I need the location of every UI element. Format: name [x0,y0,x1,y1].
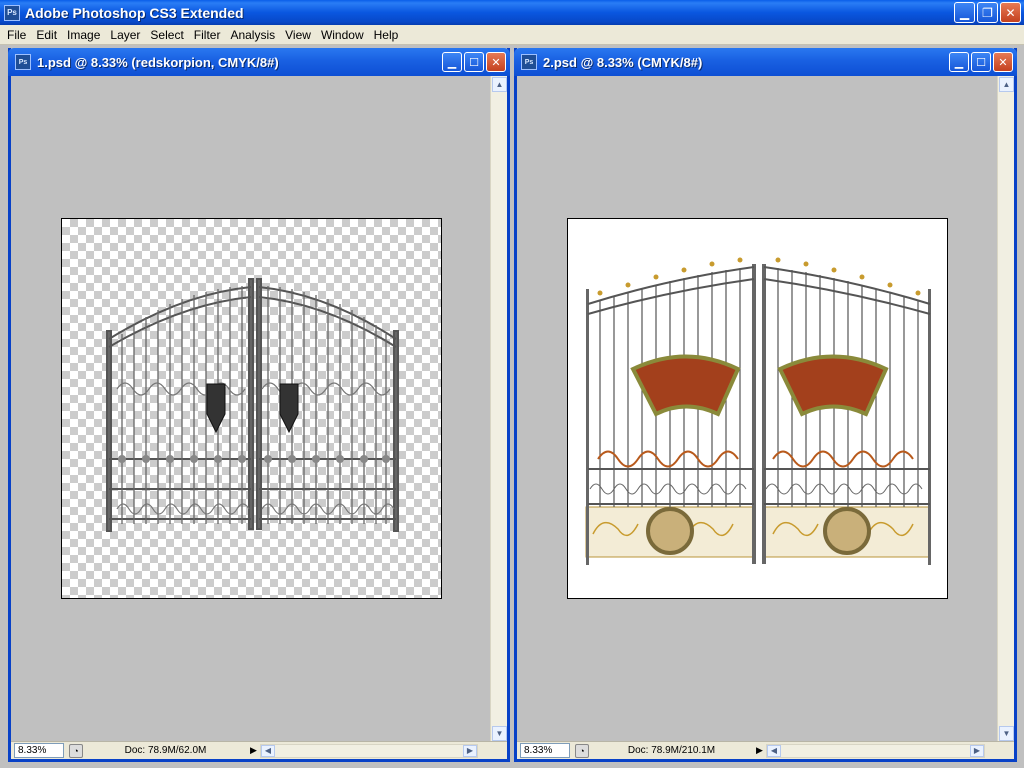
document-icon-1[interactable]: Ps [15,54,31,70]
document-title-1: 1.psd @ 8.33% (redskorpion, CMYK/8#) [37,54,279,70]
scroll-left-icon[interactable]: ◀ [261,744,275,757]
document-window-2: Ps 2.psd @ 8.33% (CMYK/8#) ▁ ☐ ✕ ▲ ▼ 8.3… [514,48,1017,762]
photoshop-app-icon[interactable]: Ps [4,4,20,21]
scroll-up-icon[interactable]: ▲ [492,77,507,92]
app-minimize-button[interactable]: ▁ [954,2,975,23]
doc2-close-button[interactable]: ✕ [993,52,1013,72]
scroll-up-icon[interactable]: ▲ [999,77,1014,92]
menu-bar: File Edit Image Layer Select Filter Anal… [0,25,1024,45]
vertical-scrollbar-2[interactable]: ▲ ▼ [997,76,1014,742]
menu-analysis[interactable]: Analysis [225,25,280,45]
app-close-button[interactable]: ✕ [1000,2,1021,23]
doc1-minimize-button[interactable]: ▁ [442,52,462,72]
doc-size-1: Doc: 78.9M/62.0M [124,745,207,756]
menu-layer[interactable]: Layer [105,25,145,45]
document-title-bar-1[interactable]: Ps 1.psd @ 8.33% (redskorpion, CMYK/8#) … [8,48,510,76]
close-icon: ✕ [491,55,501,69]
menu-file[interactable]: File [2,25,31,45]
status-bar-1: 8.33% ◔ Doc: 78.9M/62.0M ▶ ◀ ▶ [11,741,507,759]
status-info-icon[interactable]: ◔ [575,743,589,758]
menu-view[interactable]: View [280,25,316,45]
scroll-down-icon[interactable]: ▼ [492,726,507,741]
app-restore-button[interactable]: ❐ [977,2,998,23]
scroll-right-icon[interactable]: ▶ [970,744,984,757]
doc1-close-button[interactable]: ✕ [486,52,506,72]
document-title-bar-2[interactable]: Ps 2.psd @ 8.33% (CMYK/8#) ▁ ☐ ✕ [514,48,1017,76]
zoom-field-1[interactable]: 8.33% [14,743,64,758]
menu-select[interactable]: Select [145,25,188,45]
restore-icon: ❐ [982,5,993,20]
doc1-maximize-button[interactable]: ☐ [464,52,484,72]
close-icon: ✕ [1005,5,1016,20]
scroll-left-icon[interactable]: ◀ [767,744,781,757]
scroll-down-icon[interactable]: ▼ [999,726,1014,741]
image-canvas-1[interactable] [61,218,442,599]
image-canvas-2[interactable] [567,218,948,599]
zoom-field-2[interactable]: 8.33% [520,743,570,758]
canvas-area-2[interactable] [517,76,997,742]
doc-size-2: Doc: 78.9M/210.1M [627,745,716,756]
menu-edit[interactable]: Edit [31,25,62,45]
canvas-area-1[interactable] [11,76,490,742]
menu-filter[interactable]: Filter [189,25,226,45]
doc2-maximize-button[interactable]: ☐ [971,52,991,72]
status-info-icon[interactable]: ◔ [69,743,83,758]
app-title: Adobe Photoshop CS3 Extended [25,4,244,21]
status-menu-arrow-icon[interactable]: ▶ [756,745,766,756]
horizontal-scrollbar-1[interactable]: ◀ ▶ [260,743,478,758]
minimize-icon: ▁ [447,55,457,69]
minimize-icon: ▁ [954,55,964,69]
document-title-2: 2.psd @ 8.33% (CMYK/8#) [543,54,703,70]
menu-window[interactable]: Window [316,25,369,45]
document-icon-2[interactable]: Ps [521,54,537,70]
doc2-minimize-button[interactable]: ▁ [949,52,969,72]
app-title-bar: Ps Adobe Photoshop CS3 Extended ▁ ❐ ✕ [0,0,1024,25]
menu-help[interactable]: Help [369,25,404,45]
menu-image[interactable]: Image [62,25,105,45]
ornate-gold-gate-image [585,257,931,565]
status-bar-2: 8.33% ◔ Doc: 78.9M/210.1M ▶ ◀ ▶ [517,741,1014,759]
horizontal-scrollbar-2[interactable]: ◀ ▶ [766,743,985,758]
document-window-1: Ps 1.psd @ 8.33% (redskorpion, CMYK/8#) … [8,48,510,762]
minimize-icon: ▁ [959,5,970,20]
status-menu-arrow-icon[interactable]: ▶ [250,745,260,756]
maximize-icon: ☐ [976,55,986,69]
scroll-right-icon[interactable]: ▶ [463,744,477,757]
maximize-icon: ☐ [469,55,479,69]
vertical-scrollbar-1[interactable]: ▲ ▼ [490,76,507,742]
wrought-iron-gate-image [106,278,399,532]
close-icon: ✕ [998,55,1008,69]
